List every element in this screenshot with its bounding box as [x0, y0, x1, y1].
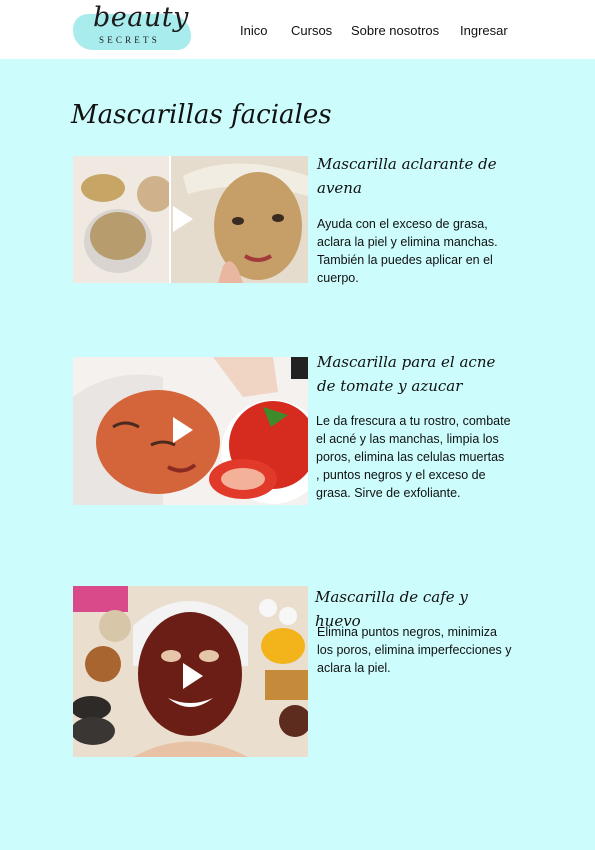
card-title-avena: Mascarilla aclarante de avena: [317, 155, 497, 197]
nav-item-ingresar[interactable]: Ingresar: [460, 23, 508, 38]
page-title: Mascarillas faciales: [71, 100, 332, 130]
nav-item-inico[interactable]: Inico: [240, 23, 267, 38]
brand-logo[interactable]: beauty SECRETS: [71, 2, 193, 54]
video-thumbnail-tomate[interactable]: [73, 357, 308, 505]
top-navbar: beauty SECRETS Inico Cursos Sobre nosotr…: [0, 0, 595, 59]
video-thumbnail-cafe-huevo[interactable]: [73, 586, 308, 757]
play-icon: [183, 663, 203, 689]
play-icon: [173, 206, 193, 232]
nav-item-sobre-nosotros[interactable]: Sobre nosotros: [351, 23, 439, 38]
logo-wordmark: beauty: [93, 2, 189, 33]
card-title-tomate: Mascarilla para el acne de tomate y azuc…: [317, 353, 496, 395]
play-icon: [173, 417, 193, 443]
video-thumbnail-avena[interactable]: [73, 156, 308, 283]
nav-item-cursos[interactable]: Cursos: [291, 23, 332, 38]
card-description-tomate: Le da frescura a tu rostro, combate el a…: [316, 414, 511, 500]
logo-subtitle: SECRETS: [99, 35, 160, 45]
card-description-avena: Ayuda con el exceso de grasa, aclara la …: [317, 217, 498, 285]
card-description-cafe-huevo: Elimina puntos negros, minimiza los poro…: [317, 625, 512, 675]
